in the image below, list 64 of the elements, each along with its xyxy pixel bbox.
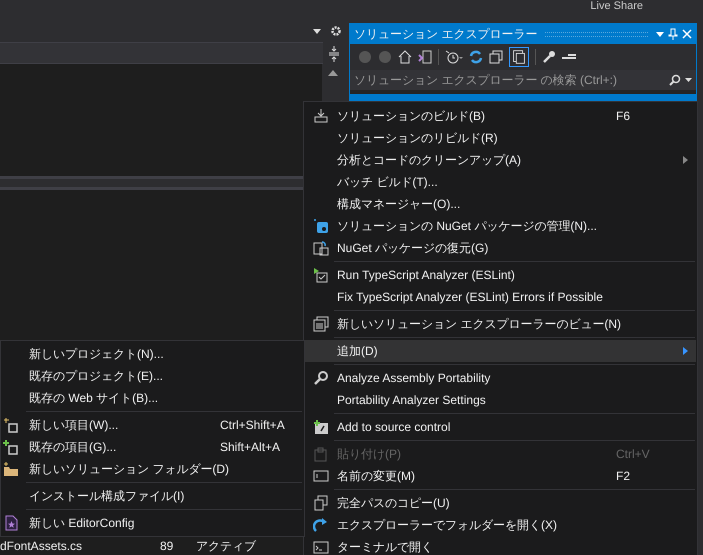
menu-item[interactable]: エクスプローラーでフォルダーを開く(X) [305, 514, 696, 536]
table-cell-text: 89 [160, 538, 174, 555]
table-cell-text: dFontAssets.cs [0, 538, 84, 555]
redo-arrow-icon [313, 517, 329, 533]
menu-item[interactable]: 分析とコードのクリーンアップ(A) [305, 149, 696, 171]
search-field[interactable]: ソリューション エクスプローラー の検索 (Ctrl+:) [350, 70, 696, 90]
menu-item[interactable]: 新しいソリューション フォルダー(D) [1, 458, 304, 480]
restore-icon [313, 240, 329, 256]
collapse-icon[interactable] [489, 50, 503, 64]
menu-item[interactable]: 既存の Web サイト(B)... [1, 387, 304, 409]
menu-item[interactable]: 新しい項目(W)... Ctrl+Shift+A [1, 414, 304, 436]
show-all-files-icon[interactable] [509, 47, 529, 67]
dropdown-icon[interactable] [685, 78, 692, 82]
pin-icon[interactable] [668, 28, 678, 40]
menu-item[interactable]: ソリューションのビルド(B) F6 [305, 105, 696, 127]
clock-icon[interactable] [445, 50, 463, 64]
add-source-icon [313, 419, 329, 435]
package-icon [313, 218, 329, 234]
dropdown-icon[interactable] [313, 29, 321, 34]
menu-item[interactable]: 構成マネージャー(O)... [305, 193, 696, 215]
menu-item[interactable]: NuGet パッケージの復元(G) [305, 237, 696, 259]
document-icon[interactable] [418, 50, 432, 64]
menu-item[interactable]: Add to source control [305, 416, 696, 438]
search-icon [313, 370, 329, 386]
menu-item[interactable]: 名前の変更(M) F2 [305, 465, 696, 487]
menu-item[interactable]: ターミナルで開く [305, 536, 696, 555]
menu-item[interactable]: Fix TypeScript Analyzer (ESLint) Errors if Possible [305, 286, 696, 308]
menu-item[interactable]: 完全パスのコピー(U) [305, 492, 696, 514]
menu-item[interactable]: Run TypeScript Analyzer (ESLint) [305, 264, 696, 286]
settings-icon[interactable] [331, 26, 341, 36]
menu-item[interactable]: 新しい EditorConfig [1, 512, 304, 534]
menu-item[interactable]: ソリューションのリビルド(R) [305, 127, 696, 149]
search-icon[interactable] [669, 74, 681, 86]
refresh-icon[interactable] [469, 50, 483, 64]
window-icon [313, 316, 329, 332]
dropdown-icon[interactable] [656, 32, 664, 36]
menu-item[interactable]: ソリューションの NuGet パッケージの管理(N)... [305, 215, 696, 237]
copy-icon [313, 495, 329, 511]
minus-icon[interactable] [562, 54, 576, 60]
menu-item[interactable]: 既存のプロジェクト(E)... [1, 365, 304, 387]
build-icon [313, 108, 329, 124]
menu-item[interactable]: 既存の項目(G)... Shift+Alt+A [1, 436, 304, 458]
config-file-icon [3, 515, 19, 531]
folder-icon [3, 461, 19, 477]
menu-item[interactable]: バッチ ビルド(T)... [305, 171, 696, 193]
existing-item-icon [3, 439, 19, 455]
close-icon[interactable] [682, 29, 692, 39]
live-share-label[interactable]: Live Share [590, 1, 643, 12]
menu-item[interactable]: Analyze Assembly Portability [305, 367, 696, 389]
menu-item[interactable]: 新しいプロジェクト(N)... [1, 343, 304, 365]
panel-title: ソリューション エクスプローラー [354, 26, 538, 43]
terminal-icon [313, 539, 329, 555]
menu-item[interactable]: インストール構成ファイル(I) [1, 485, 304, 507]
clipboard-icon [313, 446, 329, 462]
menu-item[interactable]: 新しいソリューション エクスプローラーのビュー(N) [305, 313, 696, 335]
wrench-icon[interactable] [542, 50, 556, 64]
table-cell-text: アクティブ [196, 538, 256, 555]
checklist-icon [313, 267, 329, 283]
rename-icon [313, 468, 329, 484]
scroll-up-icon[interactable] [328, 70, 338, 76]
menu-item[interactable]: Portability Analyzer Settings [305, 389, 696, 411]
menu-item[interactable]: 追加(D) [305, 340, 696, 362]
home-icon[interactable] [398, 50, 412, 64]
new-item-icon [3, 417, 19, 433]
